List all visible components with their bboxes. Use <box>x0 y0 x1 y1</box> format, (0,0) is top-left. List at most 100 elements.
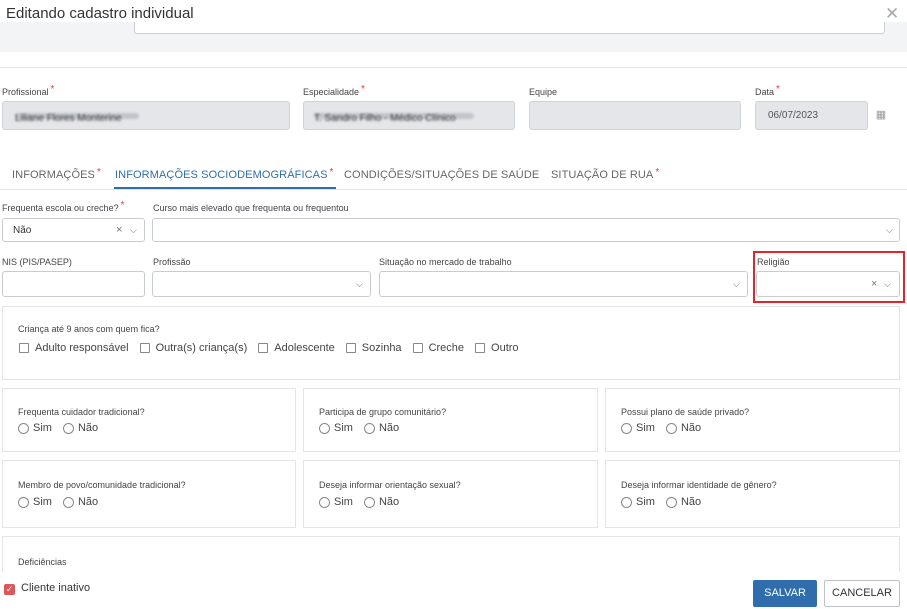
profissional-label: Profissional * <box>2 84 55 97</box>
option-outro[interactable]: Outro <box>475 342 519 354</box>
radio-icon[interactable] <box>62 422 74 434</box>
option-label: Outro <box>491 342 519 354</box>
radio-nao[interactable]: Não <box>665 496 702 508</box>
especialidade-value: T. Sandro Filho - Médico Clínico <box>314 113 474 124</box>
chevron-down-icon[interactable]: ⌵ <box>733 279 740 290</box>
radio-group: Sim Não <box>621 496 712 508</box>
option-label: Adolescente <box>274 342 335 354</box>
radio-sim[interactable]: Sim <box>18 422 52 434</box>
equipe-label: Equipe <box>529 87 558 97</box>
question-card-orientacao: Deseja informar orientação sexual? Sim N… <box>303 460 598 528</box>
cliente-inativo-checkbox[interactable]: ✓ <box>4 584 15 595</box>
mercado-select[interactable]: ⌵ <box>379 271 748 297</box>
tab-informacoes[interactable]: INFORMAÇÕES * <box>12 167 101 181</box>
radio-sim[interactable]: Sim <box>319 422 353 434</box>
radio-group: Sim Não <box>319 496 410 508</box>
radio-sim[interactable]: Sim <box>319 496 353 508</box>
deficiencias-label: Deficiências <box>18 557 67 567</box>
question-label: Frequenta cuidador tradicional? <box>18 407 145 417</box>
radio-sim[interactable]: Sim <box>621 496 655 508</box>
radio-icon[interactable] <box>665 422 677 434</box>
calendar-icon[interactable]: ▦ <box>869 101 893 130</box>
radio-sim[interactable]: Sim <box>18 496 52 508</box>
clear-icon[interactable]: × <box>116 224 122 236</box>
radio-sim[interactable]: Sim <box>621 422 655 434</box>
cancel-button[interactable]: CANCELAR <box>824 580 900 607</box>
radio-icon[interactable] <box>62 496 74 508</box>
option-adulto-responsavel[interactable]: Adulto responsável <box>19 342 129 354</box>
radio-icon[interactable] <box>363 422 375 434</box>
radio-label: Sim <box>334 422 353 434</box>
question-label: Membro de povo/comunidade tradicional? <box>18 480 186 490</box>
tab-bar: INFORMAÇÕES * INFORMAÇÕES SOCIODEMOGRÁFIC… <box>0 158 907 190</box>
chevron-down-icon[interactable]: ⌵ <box>886 225 893 236</box>
crianca-options: Adulto responsável Outra(s) criança(s) A… <box>19 342 530 354</box>
question-card-grupo: Participa de grupo comunitário? Sim Não <box>303 388 598 452</box>
radio-icon[interactable] <box>363 496 375 508</box>
crianca-card: Criança até 9 anos com quem fica? Adulto… <box>2 306 900 380</box>
radio-icon[interactable] <box>621 422 632 434</box>
profissao-select[interactable]: ⌵ <box>152 271 371 297</box>
modal-title: Editando cadastro individual <box>6 5 194 22</box>
profissional-value: Liliane Flores Monterine <box>15 113 139 124</box>
question-card-povo: Membro de povo/comunidade tradicional? S… <box>2 460 296 528</box>
question-card-plano: Possui plano de saúde privado? Sim Não <box>605 388 900 452</box>
nis-input[interactable] <box>2 271 145 297</box>
checkbox-icon[interactable] <box>345 343 356 353</box>
radio-label: Sim <box>33 422 52 434</box>
checkbox-icon[interactable] <box>19 343 29 353</box>
radio-label: Sim <box>33 496 52 508</box>
radio-label: Sim <box>636 496 655 508</box>
radio-nao[interactable]: Não <box>363 422 399 434</box>
nis-label: NIS (PIS/PASEP) <box>2 257 72 267</box>
close-icon[interactable]: ✕ <box>885 4 899 24</box>
question-label: Participa de grupo comunitário? <box>319 407 447 417</box>
question-label: Possui plano de saúde privado? <box>621 407 750 417</box>
crianca-label: Criança até 9 anos com quem fica? <box>18 324 160 334</box>
escola-select[interactable]: Não × ⌵ <box>2 218 145 242</box>
deficiencias-card: Deficiências <box>2 536 900 572</box>
equipe-field <box>529 101 741 130</box>
data-label: Data * <box>755 84 780 97</box>
radio-label: Não <box>77 422 99 434</box>
checkbox-icon[interactable] <box>475 343 486 353</box>
tab-situacao-rua[interactable]: SITUAÇÃO DE RUA * <box>551 167 659 181</box>
radio-label: Não <box>378 496 400 508</box>
radio-nao[interactable]: Não <box>665 422 702 434</box>
tab-condicoes-saude[interactable]: CONDIÇÕES/SITUAÇÕES DE SAÚDE <box>344 169 539 181</box>
radio-nao[interactable]: Não <box>62 422 99 434</box>
option-sozinha[interactable]: Sozinha <box>345 342 402 354</box>
option-label: Sozinha <box>361 342 402 354</box>
option-outras-criancas[interactable]: Outra(s) criança(s) <box>139 342 248 354</box>
chevron-down-icon[interactable]: ⌵ <box>130 225 137 236</box>
curso-select[interactable]: ⌵ <box>152 218 900 242</box>
radio-label: Não <box>680 496 702 508</box>
checkbox-icon[interactable] <box>412 343 423 353</box>
radio-icon[interactable] <box>621 496 632 508</box>
radio-icon[interactable] <box>18 422 29 434</box>
checkbox-icon[interactable] <box>139 343 150 353</box>
radio-icon[interactable] <box>319 496 330 508</box>
data-value: 06/07/2023 <box>768 110 819 121</box>
escola-value: Não <box>13 225 32 236</box>
checkbox-icon[interactable] <box>258 343 269 353</box>
radio-label: Sim <box>636 422 655 434</box>
radio-group: Sim Não <box>319 422 410 434</box>
radio-nao[interactable]: Não <box>62 496 98 508</box>
option-label: Outra(s) criança(s) <box>155 342 248 354</box>
question-label: Deseja informar identidade de gênero? <box>621 480 777 490</box>
save-button[interactable]: SALVAR <box>753 580 817 607</box>
radio-icon[interactable] <box>18 496 29 508</box>
radio-icon[interactable] <box>665 496 677 508</box>
especialidade-label: Especialidade * <box>303 84 365 97</box>
option-adolescente[interactable]: Adolescente <box>258 342 335 354</box>
tab-informacoes-sociodemograficas[interactable]: INFORMAÇÕES SOCIODEMOGRÁFICAS * <box>115 167 334 181</box>
radio-nao[interactable]: Não <box>363 496 400 508</box>
chevron-down-icon[interactable]: ⌵ <box>356 279 363 290</box>
option-creche[interactable]: Creche <box>412 342 464 354</box>
previous-section-strip <box>0 22 907 52</box>
active-tab-indicator <box>114 187 336 189</box>
especialidade-field: T. Sandro Filho - Médico Clínico <box>303 101 515 130</box>
radio-label: Não <box>680 422 702 434</box>
radio-icon[interactable] <box>319 422 330 434</box>
